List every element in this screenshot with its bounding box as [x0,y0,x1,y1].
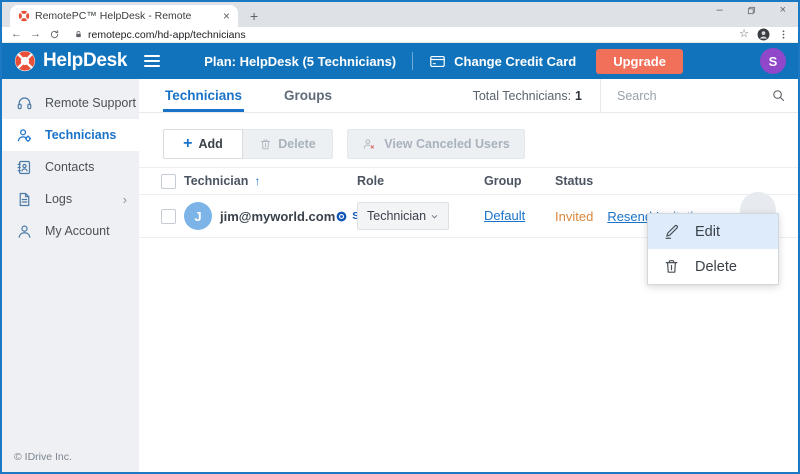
technician-email: jim@myworld.com [220,209,335,224]
column-technician[interactable]: Technician [184,174,248,188]
menu-item-delete[interactable]: Delete [648,249,778,284]
close-window-icon[interactable]: × [780,5,786,16]
credit-card-icon [429,53,446,70]
browser-menu-dots-icon[interactable] [778,29,789,40]
row-checkbox[interactable] [161,209,176,224]
helpdesk-logo-icon [14,50,36,72]
sidebar-item-remote-support[interactable]: Remote Support [2,87,139,119]
search-input[interactable] [617,89,763,103]
actions-toolbar: + Add Delete View Canceled Users [139,113,798,159]
plan-label: Plan: HelpDesk (5 Technicians) [204,54,396,69]
browser-tab[interactable]: RemotePC™ HelpDesk - Remote × [10,5,238,27]
change-credit-card-button[interactable]: Change Credit Card [429,53,576,70]
pencil-icon [663,223,680,240]
add-button-label: Add [199,137,223,151]
group-link[interactable]: Default [484,208,525,223]
sidebar-item-contacts[interactable]: Contacts [2,151,139,183]
browser-navbar: ← → remotepc.com/hd-app/technicians ☆ [2,27,798,43]
column-role: Role [357,174,484,188]
sidebar-label: Remote Support [45,96,136,110]
sidebar-item-my-account[interactable]: My Account [2,215,139,247]
browser-tab-strip: RemotePC™ HelpDesk - Remote × + – × [2,2,798,27]
total-count: 1 [575,89,582,103]
total-technicians: Total Technicians: 1 [473,79,600,112]
user-icon [16,223,33,240]
app-header: HelpDesk Plan: HelpDesk (5 Technicians) … [2,43,798,79]
refresh-icon[interactable] [49,29,60,40]
trash-icon [259,138,272,151]
sidebar-label: Contacts [45,160,94,174]
table-header: Technician ↑ Role Group Status [139,167,798,195]
sidebar-item-logs[interactable]: Logs › [2,183,139,215]
user-avatar[interactable]: S [760,48,786,74]
column-group: Group [484,174,555,188]
search-icon[interactable] [771,88,786,103]
tab-technicians[interactable]: Technicians [163,79,244,112]
row-context-menu: Edit Delete [647,213,779,285]
lock-icon [74,30,83,39]
menu-item-edit[interactable]: Edit [648,214,778,249]
total-label: Total Technicians: [473,89,571,103]
menu-item-label: Edit [695,224,720,240]
change-credit-card-label: Change Credit Card [454,54,576,69]
person-x-icon [362,137,376,151]
headset-icon [16,95,33,112]
chevron-down-icon [430,212,439,221]
url-text: remotepc.com/hd-app/technicians [88,29,246,41]
sidebar-label: My Account [45,224,110,238]
role-select[interactable]: Technician [357,202,449,230]
sidebar-item-technicians[interactable]: Technicians [2,119,139,151]
new-tab-button[interactable]: + [250,9,258,23]
forward-icon[interactable]: → [30,29,41,40]
close-tab-icon[interactable]: × [223,10,230,22]
sort-up-icon[interactable]: ↑ [254,174,260,188]
search-box [600,79,798,112]
sidebar-label: Technicians [45,128,116,142]
chevron-right-icon: › [123,192,127,207]
address-bar[interactable]: remotepc.com/hd-app/technicians [68,29,731,41]
upgrade-button[interactable]: Upgrade [596,49,683,74]
header-divider [412,52,413,70]
hamburger-menu-icon[interactable] [144,55,160,67]
view-canceled-users-button[interactable]: View Canceled Users [347,129,525,159]
trash-icon [663,258,680,275]
technician-icon [16,127,33,144]
add-button[interactable]: + Add [163,129,243,159]
column-status: Status [555,174,798,188]
app-title: HelpDesk [43,50,127,72]
sidebar: Remote Support Technicians Contacts [2,79,139,472]
delete-button[interactable]: Delete [243,129,333,159]
contacts-icon [16,159,33,176]
status-badge: Invited [555,209,593,224]
sidebar-label: Logs [45,192,72,206]
copyright-text: © IDrive Inc. [14,451,72,463]
role-value: Technician [367,209,426,223]
bookmark-star-icon[interactable]: ☆ [739,29,749,40]
logs-icon [16,191,33,208]
restore-window-icon[interactable] [747,6,756,15]
back-icon[interactable]: ← [11,29,22,40]
minimize-window-icon[interactable]: – [716,5,722,16]
select-all-checkbox[interactable] [161,174,176,189]
browser-profile-avatar[interactable] [757,28,770,41]
sso-ring-icon [335,210,348,223]
menu-item-label: Delete [695,259,737,275]
view-canceled-label: View Canceled Users [384,137,510,151]
plus-icon: + [183,136,192,152]
tab-title: RemotePC™ HelpDesk - Remote [35,10,218,22]
section-tab-bar: Technicians Groups Total Technicians: 1 [139,79,798,113]
delete-button-label: Delete [278,137,316,151]
tab-groups[interactable]: Groups [282,79,334,112]
technician-avatar: J [184,202,212,230]
lifebuoy-favicon-icon [18,10,30,22]
